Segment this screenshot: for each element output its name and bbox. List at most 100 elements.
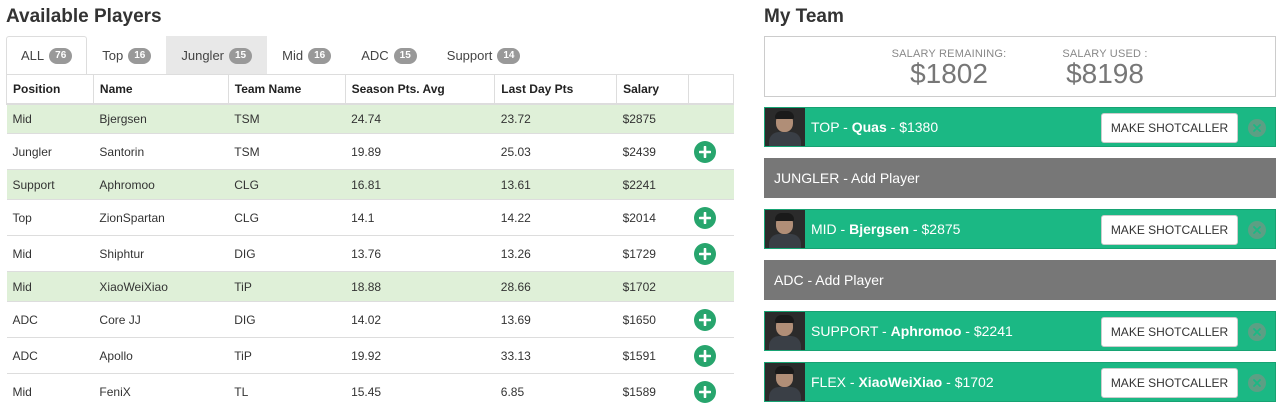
cell-position: Jungler	[6, 133, 94, 170]
my-team-panel: My Team SALARY REMAINING: $1802 SALARY U…	[764, 0, 1276, 412]
cell-position: Support	[6, 169, 94, 200]
tab-count-badge: 15	[393, 47, 417, 64]
table-row[interactable]: Jungler Santorin TSM 19.89 25.03 $2439	[6, 133, 734, 170]
team-slot-adc[interactable]: ADC - Add Player	[764, 260, 1276, 300]
cell-action	[688, 235, 734, 272]
remove-player-icon[interactable]	[1248, 119, 1266, 137]
cell-season-pts: 19.89	[345, 133, 495, 170]
slot-role: MID	[811, 221, 837, 237]
tab-adc[interactable]: ADC 15	[346, 36, 432, 74]
tab-label: ADC	[361, 48, 389, 63]
tab-mid[interactable]: Mid 16	[267, 36, 346, 74]
remove-player-icon[interactable]	[1248, 221, 1266, 239]
cell-name: ZionSpartan	[93, 199, 229, 236]
cell-season-pts: 18.88	[345, 271, 495, 302]
add-player-icon[interactable]	[694, 308, 717, 331]
cell-name: Shiphtur	[93, 235, 229, 272]
column-header-team[interactable]: Team Name	[227, 74, 346, 105]
cell-last-day-pts: 13.26	[494, 235, 617, 272]
cell-season-pts: 14.1	[345, 199, 495, 236]
slot-salary: $1702	[954, 374, 994, 390]
slot-player-name: Bjergsen	[849, 221, 910, 237]
cell-season-pts: 14.02	[345, 301, 495, 338]
table-header-row: Position Name Team Name Season Pts. Avg …	[6, 74, 735, 105]
tab-count-badge: 15	[229, 47, 253, 64]
cell-salary: $2439	[616, 133, 689, 170]
tab-support[interactable]: Support 14	[432, 36, 536, 74]
tab-label: Support	[446, 48, 493, 63]
add-player-icon[interactable]	[694, 242, 717, 265]
cell-salary: $1589	[616, 373, 689, 410]
salary-used: SALARY USED : $8198	[1047, 48, 1163, 88]
cell-season-pts: 13.76	[345, 235, 495, 272]
team-slot-flex: FLEX - XiaoWeiXiao - $1702 MAKE SHOTCALLE…	[764, 362, 1276, 402]
column-header-position[interactable]: Position	[6, 74, 94, 105]
tab-label: ALL	[21, 48, 45, 63]
slot-role: SUPPORT	[811, 323, 879, 339]
table-row[interactable]: Mid Bjergsen TSM 24.74 23.72 $2875	[6, 103, 734, 134]
add-player-link[interactable]: Add Player	[815, 272, 883, 288]
slot-label: ADC - Add Player	[774, 272, 884, 288]
cell-team: TiP	[228, 337, 346, 374]
cell-team: TSM	[228, 133, 346, 170]
tab-all[interactable]: ALL 76	[6, 36, 88, 74]
table-row[interactable]: Mid Shiphtur DIG 13.76 13.26 $1729	[6, 235, 734, 272]
make-shotcaller-button[interactable]: MAKE SHOTCALLER	[1101, 368, 1238, 398]
table-row[interactable]: ADC Core JJ DIG 14.02 13.69 $1650	[6, 301, 734, 338]
cell-last-day-pts: 6.85	[494, 373, 617, 410]
tab-label: Top	[102, 48, 124, 63]
slot-player-name: XiaoWeiXiao	[858, 374, 943, 390]
tab-label: Jungler	[181, 48, 224, 63]
tab-jungler[interactable]: Jungler 15	[166, 36, 268, 74]
team-slot-top: TOP - Quas - $1380 MAKE SHOTCALLER	[764, 107, 1276, 147]
column-header-salary[interactable]: Salary	[616, 74, 689, 105]
table-row[interactable]: Support Aphromoo CLG 16.81 13.61 $2241	[6, 169, 734, 200]
add-player-icon[interactable]	[694, 380, 717, 403]
salary-summary: SALARY REMAINING: $1802 SALARY USED : $8…	[764, 36, 1276, 97]
add-player-icon[interactable]	[694, 140, 717, 163]
add-player-icon[interactable]	[694, 206, 717, 229]
cell-action	[688, 199, 734, 236]
column-header-season-pts[interactable]: Season Pts. Avg	[344, 74, 496, 105]
cell-salary: $2014	[616, 199, 689, 236]
column-header-name[interactable]: Name	[92, 74, 229, 105]
my-team-title: My Team	[764, 6, 844, 27]
cell-salary: $1591	[616, 337, 689, 374]
make-shotcaller-button[interactable]: MAKE SHOTCALLER	[1101, 317, 1238, 347]
table-row[interactable]: Mid XiaoWeiXiao TiP 18.88 28.66 $1702	[6, 271, 734, 302]
team-slot-support: SUPPORT - Aphromoo - $2241 MAKE SHOTCALLE…	[764, 311, 1276, 351]
team-slot-jungler[interactable]: JUNGLER - Add Player	[764, 158, 1276, 198]
cell-name: Santorin	[93, 133, 229, 170]
cell-salary: $1650	[616, 301, 689, 338]
slot-player-name: Aphromoo	[890, 323, 962, 339]
cell-season-pts: 15.45	[345, 373, 495, 410]
cell-season-pts: 16.81	[345, 169, 495, 200]
table-row[interactable]: Mid FeniX TL 15.45 6.85 $1589	[6, 373, 734, 410]
salary-used-value: $8198	[1066, 58, 1144, 89]
cell-team: TSM	[228, 103, 346, 134]
cell-position: ADC	[6, 337, 94, 374]
salary-remaining: SALARY REMAINING: $1802	[889, 48, 1009, 88]
cell-action	[688, 373, 734, 410]
table-row[interactable]: ADC Apollo TiP 19.92 33.13 $1591	[6, 337, 734, 374]
make-shotcaller-button[interactable]: MAKE SHOTCALLER	[1101, 215, 1238, 245]
cell-last-day-pts: 25.03	[494, 133, 617, 170]
cell-last-day-pts: 28.66	[494, 271, 617, 302]
remove-player-icon[interactable]	[1248, 374, 1266, 392]
column-header-last-day-pts[interactable]: Last Day Pts	[494, 74, 618, 105]
add-player-link[interactable]: Add Player	[851, 170, 919, 186]
cell-team: CLG	[228, 199, 346, 236]
make-shotcaller-button[interactable]: MAKE SHOTCALLER	[1101, 113, 1238, 143]
cell-action	[688, 337, 734, 374]
cell-action	[688, 103, 734, 134]
cell-name: Core JJ	[93, 301, 229, 338]
cell-position: Mid	[6, 235, 94, 272]
cell-position: ADC	[6, 301, 94, 338]
cell-team: DIG	[228, 301, 346, 338]
tab-top[interactable]: Top 16	[87, 36, 166, 74]
add-player-icon[interactable]	[694, 344, 717, 367]
remove-player-icon[interactable]	[1248, 323, 1266, 341]
cell-position: Top	[6, 199, 94, 236]
cell-team: DIG	[228, 235, 346, 272]
table-row[interactable]: Top ZionSpartan CLG 14.1 14.22 $2014	[6, 199, 734, 236]
